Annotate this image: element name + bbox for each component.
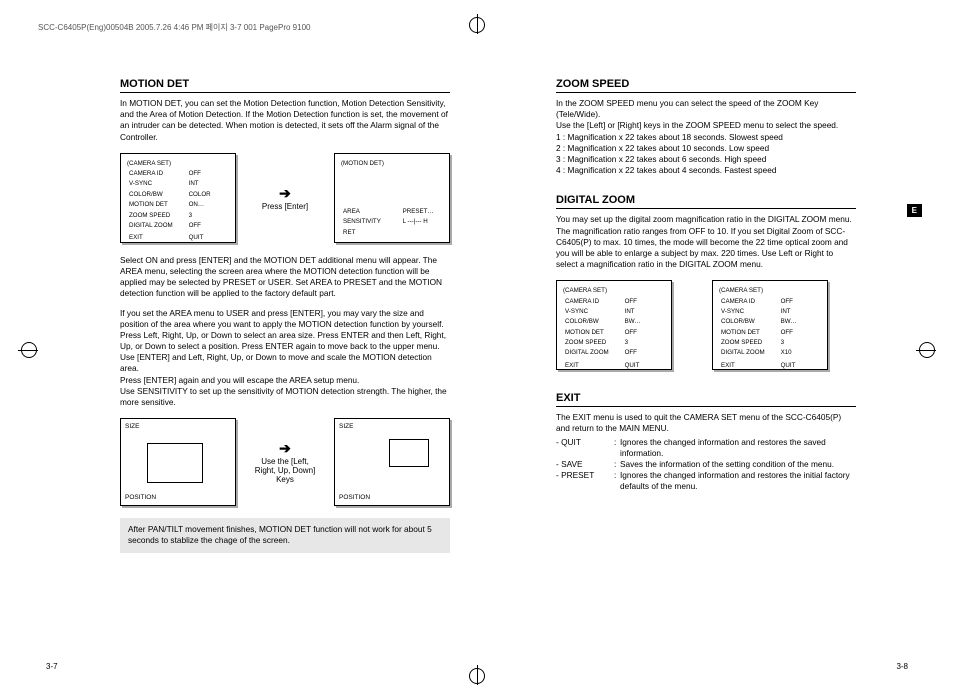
page-number-left: 3-7 — [46, 662, 58, 671]
motion-det-title: MOTION DET — [120, 78, 450, 93]
digital-zoom-title: DIGITAL ZOOM — [556, 194, 856, 209]
arrow-icon: ➔ — [250, 440, 320, 457]
size-label: SIZE — [339, 423, 353, 430]
exit-title: EXIT — [556, 392, 856, 407]
digital-zoom-intro: You may set up the digital zoom magnific… — [556, 214, 856, 270]
crop-mark-bottom — [467, 665, 487, 685]
osd-dz-before: (CAMERA SET) CAMERA IDOFFV-SYNCINTCOLOR/… — [556, 280, 672, 370]
osd-title: (CAMERA SET) — [127, 160, 229, 168]
motion-det-intro: In MOTION DET, you can set the Motion De… — [120, 98, 450, 143]
exit-row: - QUIT:Ignores the changed information a… — [556, 437, 856, 459]
print-header: SCC-C6405P(Eng)00504B 2005.7.26 4:46 PM … — [38, 22, 310, 33]
zoom-speed-title: ZOOM SPEED — [556, 78, 856, 93]
size-position-row: SIZE POSITION ➔ Use the [Left, Right, Up… — [120, 418, 450, 506]
size-box-after: SIZE POSITION — [334, 418, 450, 506]
page-number-right: 3-8 — [896, 662, 908, 671]
position-label: POSITION — [339, 494, 370, 501]
motion-det-body1: Select ON and press [ENTER] and the MOTI… — [120, 255, 450, 300]
arrow-press-enter: ➔ Press [Enter] — [250, 185, 320, 211]
zoom-speed-row: 4 : Magnification x 22 takes about 4 sec… — [556, 165, 856, 176]
motion-det-body4: Press [ENTER] again and you will escape … — [120, 375, 450, 386]
arrow-direction-keys: ➔ Use the [Left, Right, Up, Down] Keys — [250, 440, 320, 484]
zoom-speed-row: 3 : Magnification x 22 takes about 6 sec… — [556, 154, 856, 165]
motion-det-body2: If you set the AREA menu to USER and pre… — [120, 308, 450, 353]
exit-row: - PRESET:Ignores the changed information… — [556, 470, 856, 492]
arrow-icon: ➔ — [250, 185, 320, 202]
position-label: POSITION — [125, 494, 156, 501]
zoom-speed-line2: Use the [Left] or [Right] keys in the ZO… — [556, 120, 856, 131]
exit-intro: The EXIT menu is used to quit the CAMERA… — [556, 412, 856, 434]
osd-title: (CAMERA SET) — [563, 287, 665, 295]
size-box-before: SIZE POSITION — [120, 418, 236, 506]
osd-camera-set: (CAMERA SET) CAMERA IDOFFV-SYNCINTCOLOR/… — [120, 153, 236, 243]
motion-det-body3: Use [ENTER] and Left, Right, Up, or Down… — [120, 352, 450, 374]
arrow-label: Use the [Left, Right, Up, Down] Keys — [250, 457, 320, 484]
zoom-speed-row: 2 : Magnification x 22 takes about 10 se… — [556, 143, 856, 154]
zoom-speed-row: 1 : Magnification x 22 takes about 18 se… — [556, 132, 856, 143]
digital-zoom-osd-row: (CAMERA SET) CAMERA IDOFFV-SYNCINTCOLOR/… — [556, 280, 856, 370]
arrow-label: Press [Enter] — [250, 202, 320, 211]
zoom-speed-intro: In the ZOOM SPEED menu you can select th… — [556, 98, 856, 120]
osd-title: (CAMERA SET) — [719, 287, 821, 295]
motion-det-note: After PAN/TILT movement finishes, MOTION… — [120, 518, 450, 552]
osd-title: (MOTION DET) — [341, 160, 443, 168]
crop-mark-top — [467, 14, 487, 34]
osd-motion-det: (MOTION DET) AREAPRESET…SENSITIVITYL ---… — [334, 153, 450, 243]
motion-det-body5: Use SENSITIVITY to set up the sensitivit… — [120, 386, 450, 408]
page-right: ZOOM SPEED In the ZOOM SPEED menu you ca… — [496, 78, 954, 649]
size-label: SIZE — [125, 423, 139, 430]
osd-dz-after: (CAMERA SET) CAMERA IDOFFV-SYNCINTCOLOR/… — [712, 280, 828, 370]
exit-row: - SAVE:Saves the information of the sett… — [556, 459, 856, 470]
motion-det-osd-row: (CAMERA SET) CAMERA IDOFFV-SYNCINTCOLOR/… — [120, 153, 450, 243]
page-left: MOTION DET In MOTION DET, you can set th… — [0, 78, 496, 649]
